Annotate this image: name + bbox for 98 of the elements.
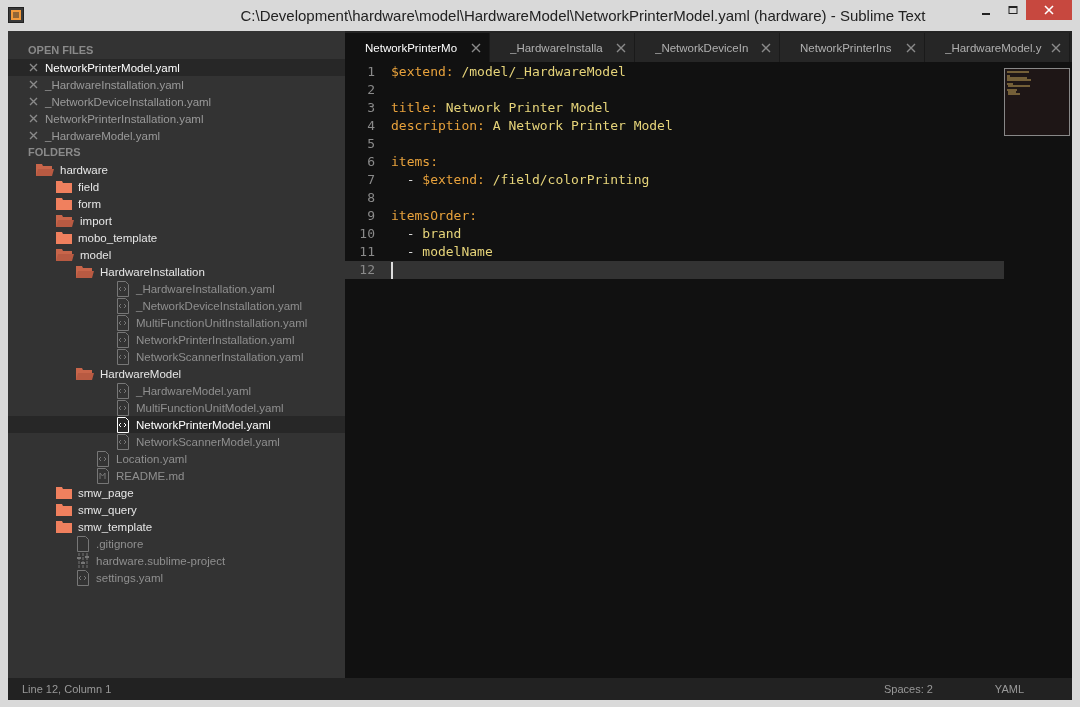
line-number: 4 [366, 117, 375, 135]
folder-icon [56, 231, 72, 244]
close-icon [1044, 5, 1054, 15]
text-cursor [391, 261, 393, 279]
code-file-icon [116, 297, 130, 314]
open-file-item[interactable]: NetworkPrinterModel.yaml [8, 59, 345, 76]
folder-item[interactable]: form [8, 195, 345, 212]
close-icon[interactable] [1051, 42, 1061, 53]
folder-icon [56, 180, 72, 193]
line-number: 5 [366, 135, 375, 153]
syntax-setting[interactable]: YAML [994, 683, 1024, 695]
window-title: C:\Development\hardware\model\HardwareModel\NetworkPrinterModel.yaml (hardware) - Sublime Text [239, 7, 927, 24]
line-number: 11 [358, 243, 375, 261]
indentation-setting[interactable]: Spaces: 2 [883, 683, 933, 695]
open-file-item[interactable]: NetworkPrinterInstallation.yaml [8, 110, 345, 127]
folder-item[interactable]: HardwareInstallation [8, 263, 345, 280]
close-icon[interactable] [906, 42, 916, 53]
code-line: - $extend: /field/colorPrinting [405, 171, 650, 189]
file-item[interactable]: NetworkScannerModel.yaml [8, 433, 345, 450]
line-number: 2 [366, 81, 375, 99]
code-line: - modelName [405, 243, 493, 261]
open-folder-icon [56, 214, 74, 227]
open-folder-icon [76, 367, 94, 380]
folder-item[interactable]: model [8, 246, 345, 263]
close-icon [29, 63, 38, 72]
line-number: 1 [366, 63, 375, 81]
line-number: 6 [366, 153, 375, 171]
folder-item[interactable]: HardwareModel [8, 365, 345, 382]
file-item[interactable]: settings.yaml [8, 569, 345, 586]
line-number: 12 [358, 261, 375, 279]
cursor-position: Line 12, Column 1 [22, 683, 112, 695]
code-file-icon [116, 416, 130, 433]
minimize-icon [981, 12, 990, 15]
open-folder-icon [56, 248, 74, 261]
file-item[interactable]: MultiFunctionUnitModel.yaml [8, 399, 345, 416]
line-number: 8 [366, 189, 375, 207]
close-icon [29, 131, 38, 140]
folder-item[interactable]: import [8, 212, 345, 229]
file-item[interactable]: MultiFunctionUnitInstallation.yaml [8, 314, 345, 331]
file-item[interactable]: .gitignore [8, 535, 345, 552]
maximize-icon [1007, 5, 1018, 15]
folder-item[interactable]: smw_template [8, 518, 345, 535]
folder-item[interactable]: smw_page [8, 484, 345, 501]
close-icon [29, 114, 38, 123]
open-folder-icon [36, 163, 54, 176]
code-file-icon [116, 399, 130, 416]
code-line: itemsOrder: [391, 207, 478, 225]
section-header: OPEN FILES [27, 43, 95, 58]
close-icon[interactable] [761, 42, 771, 53]
close-icon[interactable] [471, 42, 481, 53]
minimap-drawing[interactable] [1004, 68, 1070, 136]
line-number: 10 [358, 225, 375, 243]
tab[interactable]: NetworkPrinterMo [345, 33, 490, 62]
code-file-icon [76, 569, 90, 586]
line-number: 3 [366, 99, 375, 117]
folder-icon [56, 197, 72, 210]
file-item[interactable]: NetworkPrinterInstallation.yaml [8, 331, 345, 348]
file-item[interactable]: _HardwareModel.yaml [8, 382, 345, 399]
file-item[interactable]: NetworkScannerInstallation.yaml [8, 348, 345, 365]
open-file-item[interactable]: _HardwareModel.yaml [8, 127, 345, 144]
code-line: description: A Network Printer Model [391, 117, 673, 135]
code-line: title: Network Printer Model [391, 99, 611, 117]
close-icon [29, 80, 38, 89]
folder-item[interactable]: mobo_template [8, 229, 345, 246]
file-item[interactable]: hardware.sublime-project [8, 552, 345, 569]
folder-icon [56, 503, 72, 516]
line-number: 7 [366, 171, 375, 189]
folder-icon [56, 520, 72, 533]
code-file-icon [116, 433, 130, 450]
code-file-icon [116, 331, 130, 348]
file-item[interactable]: Location.yaml [8, 450, 345, 467]
folder-item[interactable]: smw_query [8, 501, 345, 518]
code-line: - brand [405, 225, 462, 243]
close-icon[interactable] [616, 42, 626, 53]
file-item[interactable]: NetworkPrinterModel.yaml [8, 416, 345, 433]
file-item[interactable]: _NetworkDeviceInstallation.yaml [8, 297, 345, 314]
file-icon [76, 535, 90, 552]
folder-item[interactable]: field [8, 178, 345, 195]
open-folder-icon [76, 265, 94, 278]
open-file-item[interactable]: _HardwareInstallation.yaml [8, 76, 345, 93]
markdown-file-icon [96, 467, 110, 484]
code-file-icon [116, 382, 130, 399]
app-icon [8, 6, 24, 23]
folder-item[interactable]: hardware [8, 161, 345, 178]
open-file-item[interactable]: _NetworkDeviceInstallation.yaml [8, 93, 345, 110]
sliders-icon [76, 552, 90, 569]
code-file-icon [116, 280, 130, 297]
code-line: $extend: /model/_HardwareModel [391, 63, 626, 81]
close-icon [29, 97, 38, 106]
section-header: FOLDERS [27, 145, 82, 160]
code-file-icon [116, 348, 130, 365]
file-item[interactable]: README.md [8, 467, 345, 484]
code-line: items: [391, 153, 438, 171]
code-file-icon [116, 314, 130, 331]
code-file-icon [96, 450, 110, 467]
folder-icon [56, 486, 72, 499]
line-number: 9 [366, 207, 375, 225]
file-item[interactable]: _HardwareInstallation.yaml [8, 280, 345, 297]
